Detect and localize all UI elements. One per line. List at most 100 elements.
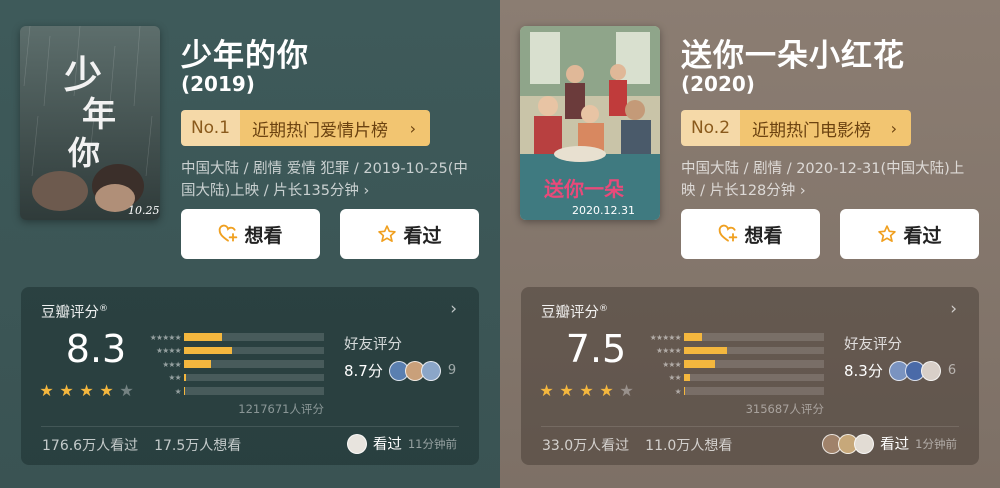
seen-button[interactable]: 看过 [340, 209, 479, 259]
want-label: 想看 [244, 224, 283, 247]
distribution-bar [184, 346, 232, 355]
movie-meta[interactable]: 中国大陆 / 剧情 爱情 犯罪 / 2019-10-25(中国大陆)上映 / 片… [181, 158, 471, 202]
distribution-row: ★★★ [129, 358, 324, 370]
distribution-row: ★ [129, 385, 324, 397]
friend-rating-score: 8.7分 [344, 362, 383, 380]
friend-avatars [822, 433, 875, 454]
movie-title: 送你一朵小红花 [681, 38, 905, 74]
poster-image: 少 年 你 10.25 [20, 26, 160, 220]
rating-distribution: ★★★★★ ★★★★ ★★★ ★★ ★ [129, 331, 324, 399]
want-button[interactable]: 想看 [681, 209, 820, 259]
avatar [420, 360, 441, 381]
friend-rating[interactable]: 好友评分 8.3分 6 [844, 333, 956, 381]
svg-text:10.25: 10.25 [128, 204, 160, 217]
rank-number: No.1 [181, 110, 240, 146]
friend-activity[interactable]: 看过 11分钟前 [346, 433, 457, 454]
chevron-right-icon[interactable]: › [450, 299, 457, 319]
distribution-stars-label: ★★★★★ [149, 332, 182, 342]
distribution-bar [184, 333, 222, 341]
friend-avatars [388, 360, 441, 381]
rank-label: 近期热门爱情片榜 › [240, 110, 430, 146]
friend-activity[interactable]: 看过 1分钟前 [822, 433, 957, 454]
chevron-right-icon: › [890, 118, 897, 138]
distribution-row: ★★★ [629, 358, 824, 370]
distribution-row: ★★★★ [129, 345, 324, 357]
star-filled-icon: ★ [79, 381, 94, 400]
star-filled-icon: ★ [559, 381, 574, 400]
distribution-bar [684, 373, 690, 382]
activity-time: 11分钟前 [407, 436, 457, 451]
rank-label: 近期热门电影榜 › [740, 110, 911, 146]
rating-card[interactable]: 豆瓣评分® › 7.5 ★ ★ ★ ★ ★ ★★★★★ ★★★★ ★★★ ★★ ★ 315687… [521, 287, 979, 465]
distribution-track [184, 373, 324, 382]
svg-text:2020.12.31: 2020.12.31 [572, 204, 635, 217]
seen-button[interactable]: 看过 [840, 209, 979, 259]
friend-rating-title: 好友评分 [844, 337, 902, 353]
rating-count: 315687人评分 [745, 402, 824, 416]
rank-number: No.2 [681, 110, 740, 146]
distribution-stars-label: ★★★★ [656, 346, 681, 355]
star-filled-icon: ★ [59, 381, 74, 400]
movie-year: (2020) [681, 72, 755, 96]
distribution-bar [684, 346, 728, 355]
avatar [854, 433, 875, 454]
distribution-track [684, 333, 824, 341]
avatar [346, 433, 367, 454]
movie-poster[interactable]: 少 年 你 10.25 [20, 26, 160, 220]
watched-count: 176.6万人看过 [42, 438, 139, 454]
friend-count: 9 [447, 363, 457, 378]
friend-rating[interactable]: 好友评分 8.7分 9 [344, 333, 456, 381]
rating-stars: ★ ★ ★ ★ ★ [37, 381, 136, 400]
movie-panel-1: 少 年 你 10.25 少年的你 (2019) No.1 近期热门爱情片榜 › … [0, 0, 500, 488]
distribution-row: ★★★★★ [129, 331, 324, 343]
distribution-stars-label: ★★★ [162, 359, 181, 369]
svg-text:少: 少 [64, 52, 102, 97]
distribution-bar [684, 387, 686, 395]
star-outline-icon [878, 225, 897, 243]
activity-label: 看过 [372, 437, 402, 453]
distribution-bar [684, 333, 703, 341]
rating-count: 1217671人评分 [238, 402, 324, 416]
movie-panel-2: 送你一朵 2020.12.31 送你一朵小红花 (2020) No.2 近期热门… [500, 0, 1000, 488]
distribution-track [684, 373, 824, 382]
distribution-stars-label: ★★★ [662, 359, 681, 369]
friend-count: 6 [947, 363, 957, 378]
distribution-track [684, 346, 824, 355]
star-filled-icon: ★ [579, 381, 594, 400]
distribution-bar [184, 387, 186, 395]
seen-label: 看过 [903, 224, 942, 247]
star-filled-icon: ★ [539, 381, 554, 400]
want-button[interactable]: 想看 [181, 209, 320, 259]
distribution-stars-label: ★★ [168, 373, 182, 382]
rating-distribution: ★★★★★ ★★★★ ★★★ ★★ ★ [629, 331, 824, 399]
distribution-track [684, 360, 824, 368]
rank-badge[interactable]: No.2 近期热门电影榜 › [681, 110, 911, 146]
movie-poster[interactable]: 送你一朵 2020.12.31 [520, 26, 660, 220]
svg-text:送你一朵: 送你一朵 [544, 177, 624, 201]
distribution-row: ★★★★ [629, 345, 824, 357]
distribution-row: ★ [629, 385, 824, 397]
distribution-row: ★★★★★ [629, 331, 824, 343]
watched-count: 33.0万人看过 [542, 438, 630, 454]
watch-stats: 176.6万人看过 17.5万人想看 [42, 435, 241, 455]
rank-badge[interactable]: No.1 近期热门爱情片榜 › [181, 110, 430, 146]
divider [41, 426, 459, 427]
chevron-right-icon[interactable]: › [950, 299, 957, 319]
star-outline-icon [378, 225, 397, 243]
movie-meta[interactable]: 中国大陆 / 剧情 / 2020-12-31(中国大陆)上映 / 片长128分钟… [681, 158, 971, 202]
distribution-stars-label: ★ [674, 386, 682, 396]
distribution-row: ★★ [629, 372, 824, 384]
distribution-stars-label: ★★★★ [156, 346, 181, 355]
star-filled-icon: ★ [99, 381, 114, 400]
distribution-track [684, 387, 824, 395]
distribution-stars-label: ★★ [668, 373, 682, 382]
want-count: 17.5万人想看 [154, 438, 242, 454]
distribution-bar [184, 360, 211, 368]
want-count: 11.0万人想看 [645, 438, 733, 454]
movie-year: (2019) [181, 72, 255, 96]
rating-card[interactable]: 豆瓣评分® › 8.3 ★ ★ ★ ★ ★ ★★★★★ ★★★★ ★★★ ★★ ★ 121767… [21, 287, 479, 465]
friend-rating-title: 好友评分 [344, 337, 402, 353]
poster-image: 送你一朵 2020.12.31 [520, 26, 660, 220]
seen-label: 看过 [403, 224, 442, 247]
distribution-bar [684, 360, 715, 368]
